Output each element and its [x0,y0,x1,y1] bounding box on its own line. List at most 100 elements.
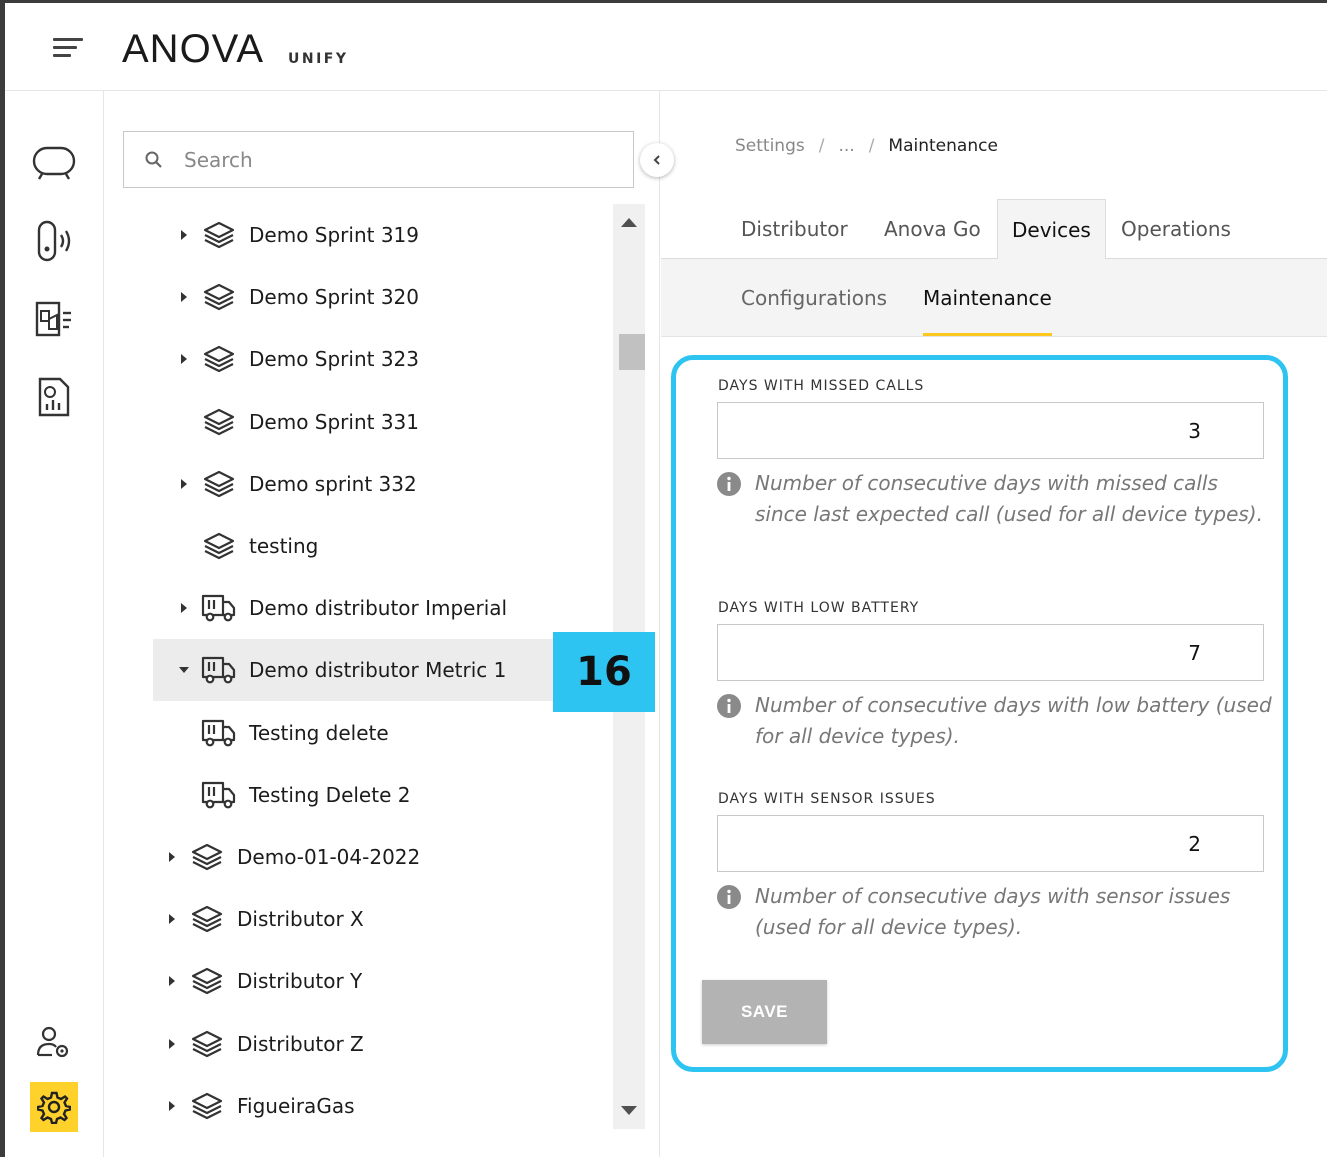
caret-right-icon[interactable] [165,850,179,864]
layers-icon [189,1028,225,1060]
app-window: ANOVA UNIFY Demo Sprint 319D [0,0,1327,1157]
scroll-up-arrow-icon[interactable] [621,218,637,227]
tree-item[interactable]: Testing delete [116,702,613,764]
menu-icon[interactable] [53,38,83,60]
caret-spacer [177,415,191,429]
layers-icon [201,530,237,562]
low-battery-input[interactable] [717,624,1264,681]
user-settings-icon[interactable] [29,1018,79,1068]
tree-item-label: Demo Sprint 323 [249,347,419,371]
truck-dashboard-icon[interactable] [29,294,79,344]
tree-item[interactable]: Demo Sprint 320 [116,266,613,328]
tree-item[interactable]: Demo Sprint 323 [116,328,613,390]
left-nav-rail [5,91,104,1157]
save-button[interactable]: SAVE [702,980,827,1044]
gear-icon[interactable] [30,1082,78,1132]
caret-right-icon[interactable] [177,228,191,242]
search-icon [145,151,162,168]
tree-item[interactable]: Demo distributor Imperial [116,577,613,639]
low-battery-help: Number of consecutive days with low batt… [716,690,1276,752]
truck-icon [201,717,237,749]
tree-item[interactable]: testing [116,515,613,577]
layers-icon [189,965,225,997]
hierarchy-panel: Demo Sprint 319 Demo Sprint 320 Demo Sprin… [104,91,674,1157]
sensor-issues-input[interactable] [717,815,1264,872]
callout-badge: 16 [553,632,655,712]
tree-item[interactable]: FigueiraGas [116,1075,613,1129]
breadcrumb-separator: / [818,136,825,156]
report-icon[interactable] [29,372,79,422]
tab-anova-go[interactable]: Anova Go [870,199,995,259]
sensor-icon[interactable] [29,216,79,266]
layers-icon [201,406,237,438]
missed-calls-input[interactable] [717,402,1264,459]
tree-item[interactable]: Distributor X [116,888,613,950]
missed-calls-label: DAYS WITH MISSED CALLS [718,378,925,394]
tree-item-label: testing [249,534,319,558]
info-icon [717,885,741,909]
tab-devices[interactable]: Devices [997,199,1106,260]
tree-item-label: Distributor Z [237,1032,364,1056]
caret-right-icon[interactable] [165,1037,179,1051]
truck-icon [201,654,237,686]
caret-right-icon[interactable] [177,601,191,615]
breadcrumb-settings[interactable]: Settings [735,136,805,156]
brand-logo: ANOVA [122,27,265,71]
chevron-left-icon [653,155,660,165]
tree-item-label: Demo distributor Metric 1 [249,658,507,682]
layers-icon [189,841,225,873]
subtab-bar: Configurations Maintenance [661,259,1327,337]
missed-calls-help: Number of consecutive days with missed c… [716,468,1276,530]
app-header: ANOVA UNIFY [5,3,1327,91]
tree-list: Demo Sprint 319 Demo Sprint 320 Demo Sprin… [116,204,613,1129]
layers-icon [201,219,237,251]
tree-item-label: Demo Sprint 319 [249,223,419,247]
sensor-issues-help: Number of consecutive days with sensor i… [716,881,1276,943]
low-battery-help-text: Number of consecutive days with low batt… [755,693,1272,748]
tab-bar: Distributor Anova Go Devices Operations [661,199,1327,260]
caret-right-icon[interactable] [177,477,191,491]
sensor-issues-help-text: Number of consecutive days with sensor i… [755,884,1231,939]
tab-operations[interactable]: Operations [1107,199,1245,259]
tree-item[interactable]: Demo distributor Metric 1 [153,639,553,701]
breadcrumb-ellipsis[interactable]: ... [838,136,854,156]
breadcrumb-current: Maintenance [888,136,998,156]
tree-item-label: Demo Sprint 331 [249,410,419,434]
scroll-down-arrow-icon[interactable] [621,1106,637,1115]
subtab-configurations[interactable]: Configurations [741,259,887,336]
tree-item[interactable]: Testing Delete 2 [116,764,613,826]
sensor-issues-label: DAYS WITH SENSOR ISSUES [718,791,936,807]
tree-item[interactable]: Distributor Y [116,950,613,1012]
caret-right-icon[interactable] [177,290,191,304]
tree-item-label: Distributor Y [237,969,363,993]
caret-right-icon[interactable] [177,352,191,366]
subtab-maintenance[interactable]: Maintenance [923,259,1052,336]
layers-icon [189,1090,225,1122]
caret-down-icon[interactable] [177,663,191,677]
layers-icon [201,281,237,313]
caret-spacer [177,788,191,802]
tree-item-label: FigueiraGas [237,1094,355,1118]
tree-item[interactable]: Demo Sprint 331 [116,391,613,453]
caret-spacer [177,726,191,740]
missed-calls-help-text: Number of consecutive days with missed c… [755,471,1263,526]
layers-icon [201,468,237,500]
truck-icon [201,779,237,811]
tree-item-label: Demo sprint 332 [249,472,417,496]
tank-icon[interactable] [29,138,79,188]
caret-right-icon[interactable] [165,1099,179,1113]
scroll-thumb[interactable] [619,334,645,370]
tree-item[interactable]: Distributor Z [116,1013,613,1075]
tab-distributor[interactable]: Distributor [727,199,862,259]
info-icon [717,694,741,718]
tree-item[interactable]: Demo sprint 332 [116,453,613,515]
tree-item[interactable]: Demo Sprint 319 [116,204,613,266]
search-input[interactable] [184,147,604,172]
truck-icon [201,592,237,624]
caret-right-icon[interactable] [165,974,179,988]
brand-subtitle: UNIFY [288,51,349,67]
caret-right-icon[interactable] [165,912,179,926]
collapse-panel-button[interactable] [640,143,674,177]
tree-item-label: Demo distributor Imperial [249,596,508,620]
tree-item[interactable]: Demo-01-04-2022 [116,826,613,888]
